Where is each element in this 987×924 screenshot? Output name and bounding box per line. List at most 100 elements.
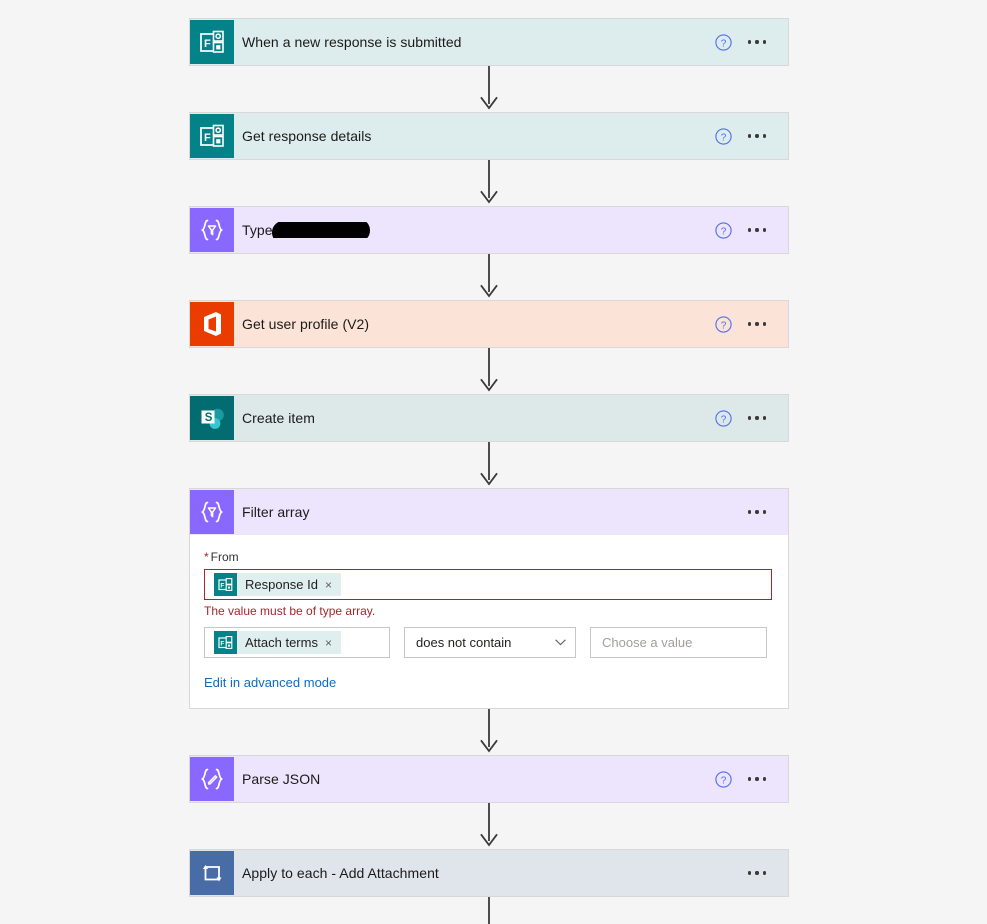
svg-text:F: F xyxy=(220,640,224,647)
condition-row: F Attach terms × does not contain Choose a… xyxy=(204,627,772,658)
flow-step-header-type-redacted[interactable]: Type ? xyxy=(190,207,788,253)
required-marker: * xyxy=(204,550,209,564)
flow-connector-arrow xyxy=(189,803,789,849)
filter-braces-icon xyxy=(190,490,234,534)
from-token[interactable]: F Response Id × xyxy=(214,573,342,596)
help-icon[interactable]: ? xyxy=(715,33,732,51)
filter-braces-icon xyxy=(190,208,234,252)
svg-text:?: ? xyxy=(721,414,727,425)
more-options-icon[interactable] xyxy=(746,771,768,786)
more-options-icon[interactable] xyxy=(746,316,768,331)
from-error-message: The value must be of type array. xyxy=(204,604,376,618)
flow-step-card-when-a-new-response-is-submitted[interactable]: F When a new response is submitted ? xyxy=(189,18,789,66)
flow-step-actions-when-a-new-response-is-submitted: ? xyxy=(715,33,788,51)
flow-step-header-get-response-details[interactable]: F Get response details ? xyxy=(190,113,788,159)
from-field-label: * From xyxy=(204,550,772,564)
more-options-icon[interactable] xyxy=(746,34,768,49)
flow-step-title-parse-json: Parse JSON xyxy=(242,771,321,787)
help-icon-svg: ? xyxy=(715,409,732,427)
flow-step-header-parse-json[interactable]: Parse JSON ? xyxy=(190,756,788,802)
flow-step-title-create-item: Create item xyxy=(242,410,315,426)
help-icon-svg: ? xyxy=(715,770,732,788)
svg-text:F: F xyxy=(204,132,211,144)
edit-advanced-mode-link[interactable]: Edit in advanced mode xyxy=(204,675,336,690)
flow-connector-arrow xyxy=(189,348,789,394)
microsoft-forms-icon: F xyxy=(214,631,237,654)
flow-connector-arrow xyxy=(189,709,789,755)
flow-step-actions-type-redacted: ? xyxy=(715,221,788,239)
help-icon[interactable]: ? xyxy=(715,770,732,788)
more-options-icon[interactable] xyxy=(746,865,768,880)
condition-value-input[interactable]: Choose a value xyxy=(590,627,767,658)
flow-step-header-when-a-new-response-is-submitted[interactable]: F When a new response is submitted ? xyxy=(190,19,788,65)
flow-connector-arrow xyxy=(189,66,789,112)
flow-step-title-apply-to-each-add-attachment: Apply to each - Add Attachment xyxy=(242,865,439,881)
condition-value-placeholder: Choose a value xyxy=(602,635,693,650)
help-icon-svg: ? xyxy=(715,221,732,239)
flow-step-title-filter-array: Filter array xyxy=(242,504,310,520)
from-token-label: Response Id xyxy=(245,577,318,592)
svg-text:?: ? xyxy=(721,132,727,143)
condition-left-token-remove-icon[interactable]: × xyxy=(325,637,332,649)
redaction-bar xyxy=(271,222,371,238)
flow-step-title-get-response-details: Get response details xyxy=(242,128,372,144)
flow-step-card-get-response-details[interactable]: F Get response details ? xyxy=(189,112,789,160)
flow-step-card-filter-array[interactable]: Filter array * From F Response Id × The val… xyxy=(189,488,789,709)
svg-text:F: F xyxy=(204,38,211,50)
help-icon-svg: ? xyxy=(715,127,732,145)
microsoft-forms-icon: F xyxy=(190,20,234,64)
flow-step-actions-get-response-details: ? xyxy=(715,127,788,145)
flow-step-actions-create-item: ? xyxy=(715,409,788,427)
help-icon[interactable]: ? xyxy=(715,409,732,427)
more-options-icon[interactable] xyxy=(746,222,768,237)
help-icon[interactable]: ? xyxy=(715,221,732,239)
svg-text:F: F xyxy=(220,582,224,589)
more-options-icon[interactable] xyxy=(746,410,768,425)
condition-left-token-label: Attach terms xyxy=(245,635,318,650)
sharepoint-icon: S xyxy=(190,396,234,440)
flow-step-title-get-user-profile-v2: Get user profile (V2) xyxy=(242,316,370,332)
svg-text:?: ? xyxy=(721,775,727,786)
flow-step-card-get-user-profile-v2[interactable]: Get user profile (V2) ? xyxy=(189,300,789,348)
svg-text:S: S xyxy=(205,412,213,424)
more-options-icon[interactable] xyxy=(746,504,768,519)
help-icon[interactable]: ? xyxy=(715,127,732,145)
more-options-icon[interactable] xyxy=(746,128,768,143)
flow-step-card-apply-to-each-add-attachment[interactable]: Apply to each - Add Attachment xyxy=(189,849,789,897)
flow-step-header-filter-array[interactable]: Filter array xyxy=(190,489,788,535)
svg-text:?: ? xyxy=(721,226,727,237)
flow-designer-canvas: F When a new response is submitted ? F G… xyxy=(0,0,987,924)
condition-left-token[interactable]: F Attach terms × xyxy=(214,631,341,654)
flow-step-header-create-item[interactable]: S Create item ? xyxy=(190,395,788,441)
parse-json-braces-icon xyxy=(190,757,234,801)
office-365-icon xyxy=(190,302,234,346)
from-input[interactable]: F Response Id × xyxy=(204,569,772,600)
flow-step-header-apply-to-each-add-attachment[interactable]: Apply to each - Add Attachment xyxy=(190,850,788,896)
flow-step-actions-apply-to-each-add-attachment xyxy=(746,865,788,880)
apply-to-each-loop-icon xyxy=(190,851,234,895)
flow-step-actions-parse-json: ? xyxy=(715,770,788,788)
help-icon[interactable]: ? xyxy=(715,315,732,333)
help-icon-svg: ? xyxy=(715,315,732,333)
condition-left-input[interactable]: F Attach terms × xyxy=(204,627,390,658)
flow-step-actions-get-user-profile-v2: ? xyxy=(715,315,788,333)
flow-step-card-type-redacted[interactable]: Type ? xyxy=(189,206,789,254)
chevron-down-icon-svg xyxy=(555,639,566,646)
condition-operator-select[interactable]: does not contain xyxy=(404,627,576,658)
svg-text:?: ? xyxy=(721,38,727,49)
flow-step-card-parse-json[interactable]: Parse JSON ? xyxy=(189,755,789,803)
condition-operator-value: does not contain xyxy=(416,635,512,650)
from-token-remove-icon[interactable]: × xyxy=(325,579,332,591)
flow-connector-arrow xyxy=(189,254,789,300)
chevron-down-icon[interactable] xyxy=(555,639,566,646)
flow-connector-tail xyxy=(189,897,789,924)
flow-step-header-get-user-profile-v2[interactable]: Get user profile (V2) ? xyxy=(190,301,788,347)
microsoft-forms-icon: F xyxy=(214,573,237,596)
svg-text:?: ? xyxy=(721,320,727,331)
flow-connector-arrow xyxy=(189,160,789,206)
microsoft-forms-icon: F xyxy=(190,114,234,158)
flow-step-card-create-item[interactable]: S Create item ? xyxy=(189,394,789,442)
flow-step-title-when-a-new-response-is-submitted: When a new response is submitted xyxy=(242,34,462,50)
from-label-text: From xyxy=(210,550,239,564)
flow-connector-arrow xyxy=(189,442,789,488)
